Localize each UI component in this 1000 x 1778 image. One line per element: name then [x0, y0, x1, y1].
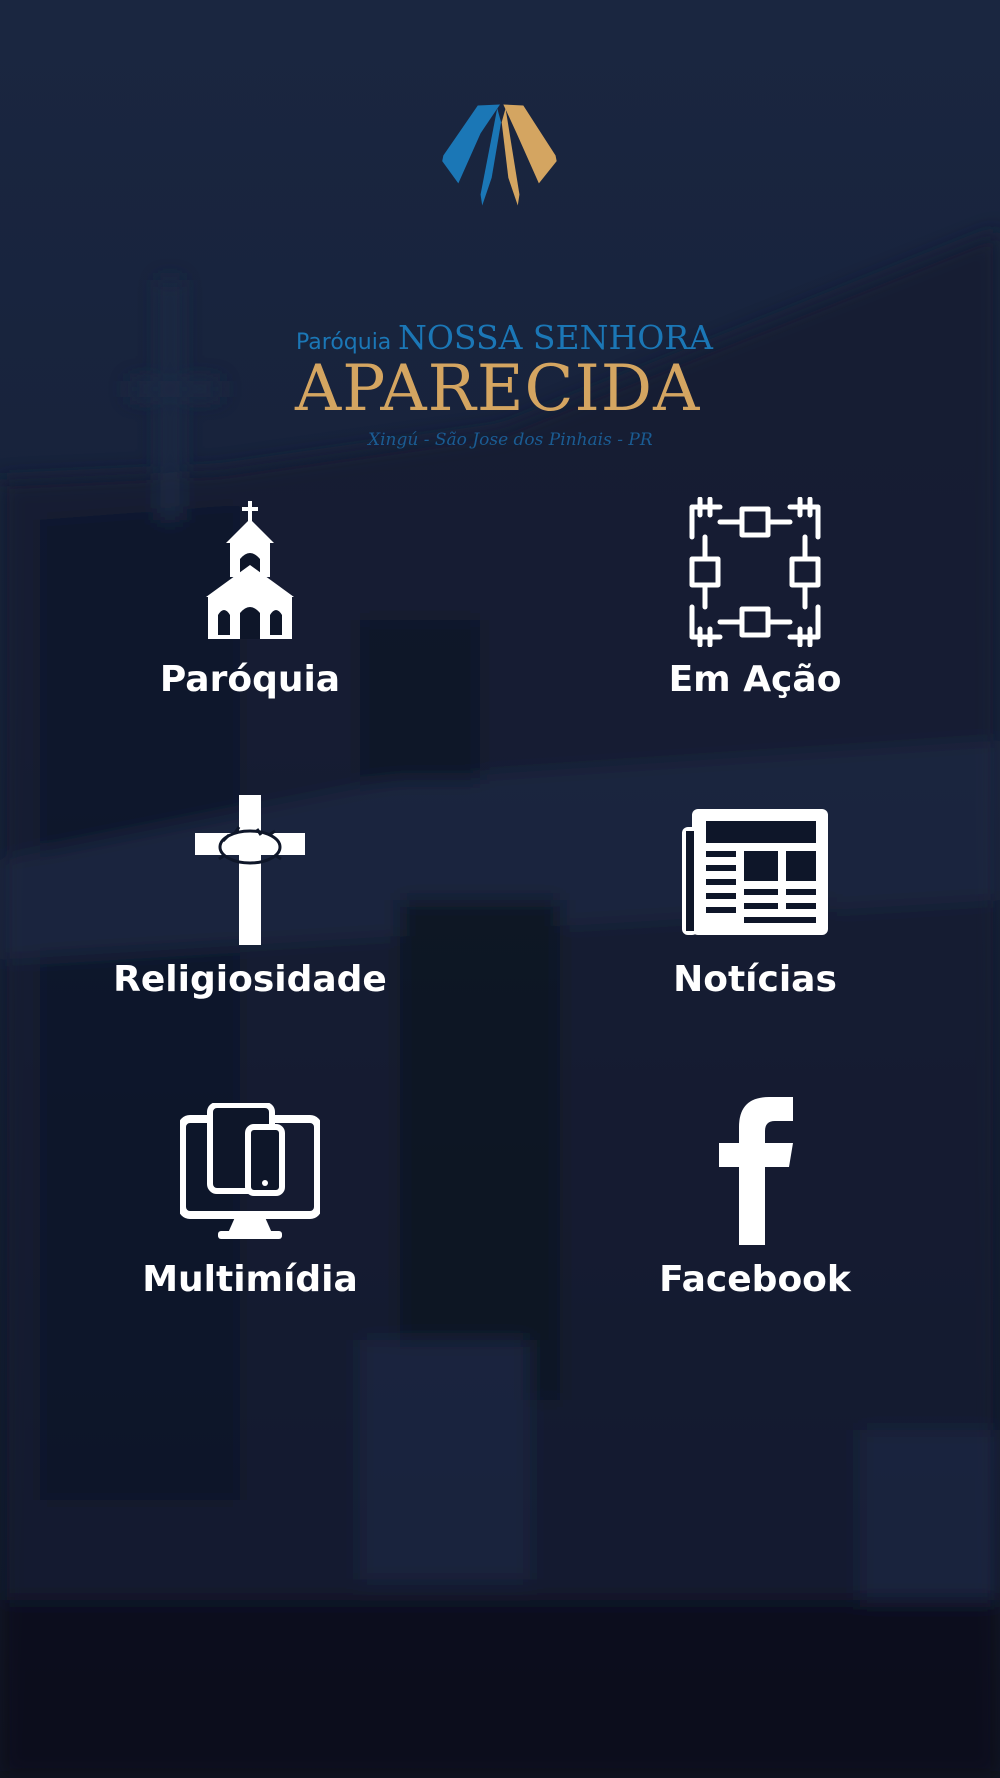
newspaper-icon [682, 809, 828, 935]
menu-item-facebook[interactable]: Facebook [595, 1095, 915, 1335]
cross-icon [195, 795, 305, 945]
menu-item-multimidia[interactable]: Multimídia [90, 1095, 410, 1335]
menu-label-paroquia: Paróquia [159, 659, 341, 700]
devices-icon [180, 1103, 320, 1239]
menu-label-em-acao: Em Ação [668, 659, 842, 700]
menu-item-noticias[interactable]: Notícias [595, 795, 915, 1035]
menu-label-noticias: Notícias [673, 959, 837, 1000]
menu-item-paroquia[interactable]: Paróquia [90, 495, 410, 735]
menu-label-facebook: Facebook [659, 1259, 851, 1300]
facebook-icon [719, 1097, 793, 1245]
joined-hands-icon [689, 497, 821, 647]
menu-label-religiosidade: Religiosidade [113, 959, 387, 1000]
church-icon [206, 501, 294, 639]
logo-location: Xingú - São Jose dos Pinhais - PR [368, 430, 653, 450]
parish-logo-mark [442, 104, 557, 206]
menu-label-multimidia: Multimídia [142, 1259, 358, 1300]
menu-item-religiosidade[interactable]: Religiosidade [90, 795, 410, 1035]
menu-item-em-acao[interactable]: Em Ação [595, 495, 915, 735]
logo-title: APARECIDA [295, 352, 701, 426]
